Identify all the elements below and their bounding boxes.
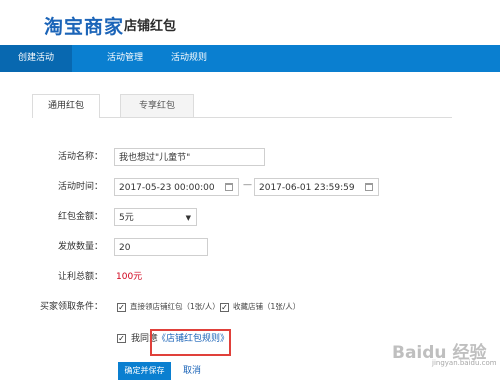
calendar-icon[interactable]	[365, 183, 373, 191]
header: 淘宝商家 店铺红包	[0, 0, 500, 45]
tab-bar: 通用红包 专享红包	[32, 94, 452, 118]
start-time-input[interactable]: 2017-05-23 00:00:00	[114, 178, 239, 196]
nav-item-rules[interactable]: 活动规则	[156, 45, 222, 72]
cancel-button[interactable]: 取消	[183, 362, 201, 380]
header-subtitle: 店铺红包	[124, 19, 177, 34]
count-label: 发放数量：	[57, 242, 103, 252]
calendar-icon[interactable]	[225, 183, 233, 191]
highlight-annotation	[150, 329, 231, 356]
condition-direct-label: 直接领店铺红包（1张/人）	[130, 302, 220, 311]
condition-label: 买家领取条件：	[39, 302, 103, 312]
total-label: 让利总额：	[57, 272, 103, 282]
end-time-input[interactable]: 2017-06-01 23:59:59	[254, 178, 379, 196]
watermark-sub: jingyan.baidu.com	[432, 359, 497, 367]
condition-favorite-label: 收藏店铺（1张/人）	[233, 302, 301, 311]
amount-label: 红包金额：	[57, 212, 103, 222]
amount-selected-value: 5元	[119, 213, 134, 223]
nav-bar: 创建活动 活动管理 活动规则	[0, 45, 500, 72]
amount-select[interactable]: 5元 ▼	[114, 208, 197, 226]
condition-favorite-checkbox[interactable]: ✓	[220, 303, 229, 312]
logo: 淘宝商家	[44, 16, 125, 38]
activity-time-label: 活动时间：	[57, 182, 103, 192]
end-time-value: 2017-06-01 23:59:59	[259, 183, 355, 193]
save-button[interactable]: 确定并保存	[118, 362, 171, 380]
chevron-down-icon: ▼	[185, 214, 191, 222]
activity-name-input[interactable]: 我也想过"儿童节"	[114, 148, 265, 166]
tab-exclusive-redpacket[interactable]: 专享红包	[120, 94, 194, 117]
time-separator: —	[243, 180, 252, 190]
tab-general-redpacket[interactable]: 通用红包	[32, 94, 100, 118]
total-value: 100元	[116, 272, 143, 282]
agree-checkbox[interactable]: ✓	[117, 334, 126, 343]
start-time-value: 2017-05-23 00:00:00	[119, 183, 215, 193]
count-input[interactable]: 20	[114, 238, 208, 256]
nav-item-create[interactable]: 创建活动	[0, 45, 72, 72]
activity-name-label: 活动名称：	[57, 152, 103, 162]
nav-item-manage[interactable]: 活动管理	[92, 45, 158, 72]
condition-direct-checkbox[interactable]: ✓	[117, 303, 126, 312]
